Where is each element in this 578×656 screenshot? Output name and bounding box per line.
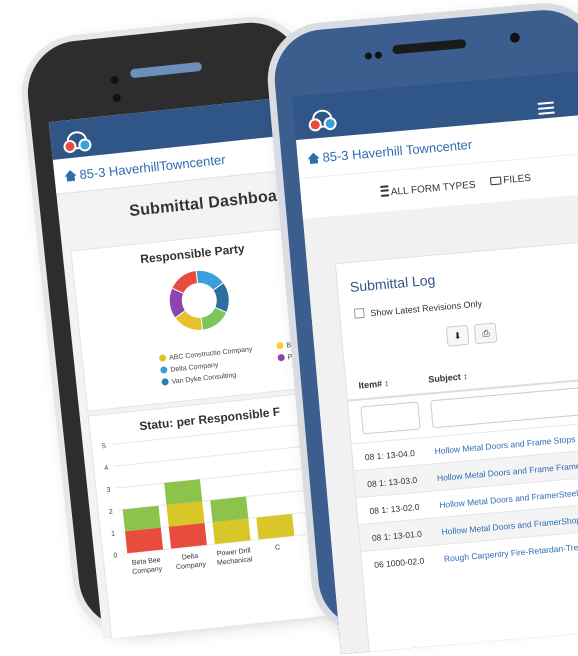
column-header-subject[interactable]: Subject ↕ [428,371,468,384]
bar [164,479,203,505]
download-button[interactable]: ⬇ [445,324,470,347]
bar [166,501,205,527]
grid-line [111,421,321,445]
x-tick-label: Company [176,561,207,571]
app-logo-icon[interactable] [307,105,338,132]
folder-icon [489,176,502,186]
dashboard-title: Submittal Dashboa [128,187,278,221]
bar [122,505,161,532]
row-number: 08 1: 13-03.0 [366,474,418,490]
item-filter-input[interactable] [360,401,421,435]
tab-all-form-types[interactable]: ALL FORM TYPES [380,178,476,199]
table-body: 08 1: 13-04.0 Hollow Metal Doors and Fram… [351,421,578,578]
tab-label: FILES [502,172,532,187]
front-phone: 85-3 Haverhill Towncenter ALL FORM TYPES… [270,6,578,655]
bar [125,527,164,554]
tab-files[interactable]: FILES [489,172,532,188]
x-tick-label: Company [132,566,163,576]
bar [256,513,295,540]
checkbox-label: Show Latest Revisions Only [369,298,483,319]
bar [212,518,251,545]
project-title-text: 85-3 HaverhillTowncenter [78,151,227,182]
y-tick-label: 0 [113,552,118,559]
list-icon [380,185,390,197]
y-tick-label: 3 [106,487,111,494]
checkbox-icon[interactable] [353,307,365,319]
camera-dots [110,70,125,103]
row-number: 08 1: 13-04.0 [364,447,416,463]
x-tick-label: C [275,544,281,551]
submittal-log-panel: Submittal Log Show Latest Revisions Only… [334,240,578,655]
front-camera [509,32,521,44]
show-latest-checkbox[interactable]: Show Latest Revisions Only [353,298,483,320]
y-tick-label: 1 [111,530,116,537]
earpiece [392,38,467,55]
y-tick-label: 5 [102,443,107,450]
home-icon [307,152,320,164]
row-subject-link[interactable]: Rough Carpentry Fire-Retardan-Treated [444,541,578,564]
bar [210,496,249,523]
column-header-item[interactable]: Item# ↕ [358,378,389,391]
x-tick-label: Delta [182,553,199,562]
front-screen: 85-3 Haverhill Towncenter ALL FORM TYPES… [292,70,578,655]
y-tick-label: 2 [109,509,114,516]
hamburger-menu-icon[interactable] [537,101,555,118]
y-tick-label: 4 [104,465,109,472]
sensor-dots [364,45,385,65]
row-number: 08 1: 13-01.0 [371,528,423,544]
row-number: 08 1: 13-02.0 [369,501,420,517]
row-number: 06 1000-02.0 [373,555,425,570]
submittal-log-title: Submittal Log [349,271,436,295]
bar [168,523,207,549]
home-icon [64,169,77,181]
grid-line [114,443,324,467]
earpiece [129,61,203,79]
x-tick-label: Mechanical [217,556,253,567]
app-logo-icon[interactable] [62,126,93,154]
project-title-text: 85-3 Haverhill Towncenter [321,136,473,165]
grid-line [116,465,326,489]
print-button[interactable]: ⎙ [474,322,498,345]
action-buttons: ⬇ ⎙ [445,322,500,347]
tab-label: ALL FORM TYPES [390,179,477,199]
